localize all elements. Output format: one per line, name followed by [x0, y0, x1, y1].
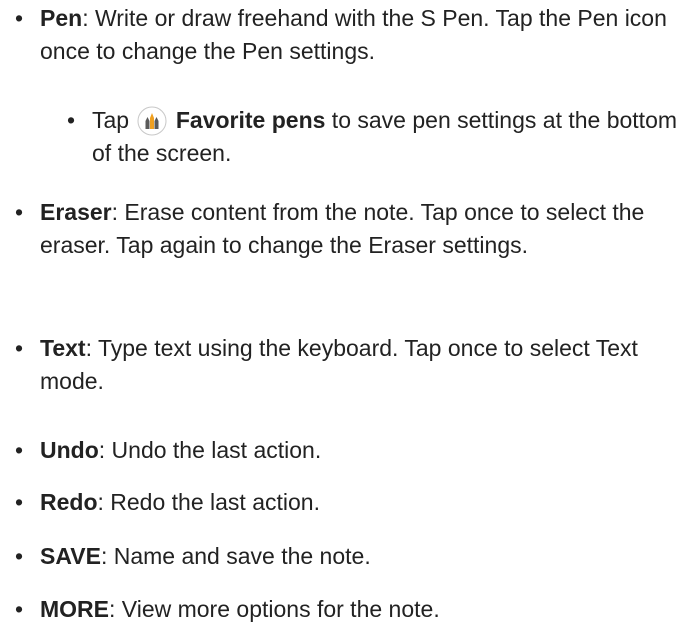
favorite-pens-icon [137, 106, 167, 136]
item-text: Pen: Write or draw freehand with the S P… [40, 2, 680, 68]
desc-redo: : Redo the last action. [97, 489, 320, 515]
term-text: Text [40, 335, 86, 361]
list-item-redo: • Redo: Redo the last action. [10, 486, 680, 519]
bullet: • [14, 596, 24, 622]
desc-text: : Type text using the keyboard. Tap once… [40, 335, 638, 394]
term-pen: Pen [40, 5, 83, 31]
sub-item-favorite-pens: • Tap Favorite pens to save pen settings… [62, 104, 682, 170]
desc-pen: : Write or draw freehand with the S Pen.… [40, 5, 667, 64]
term-favorite-pens: Favorite pens [175, 107, 326, 133]
list-item-eraser: • Eraser: Erase content from the note. T… [10, 196, 680, 262]
desc-save: : Name and save the note. [100, 543, 371, 569]
term-more: MORE [40, 596, 109, 622]
bullet: • [14, 5, 24, 31]
term-undo: Undo [40, 437, 99, 463]
list-item-undo: • Undo: Undo the last action. [10, 434, 680, 467]
item-text: Eraser: Erase content from the note. Tap… [40, 196, 680, 262]
bullet: • [14, 335, 24, 361]
desc-more: : View more options for the note. [109, 596, 440, 622]
item-text: Tap Favorite pens to save pen settings a… [92, 104, 682, 170]
bullet: • [66, 107, 76, 133]
list-item-more: • MORE: View more options for the note. [10, 593, 680, 626]
tap-label: Tap [92, 107, 130, 133]
item-text: SAVE: Name and save the note. [40, 540, 680, 573]
bullet: • [14, 199, 24, 225]
bullet: • [14, 489, 24, 515]
document-page: • Pen: Write or draw freehand with the S… [0, 0, 688, 638]
item-text: Undo: Undo the last action. [40, 434, 680, 467]
term-eraser: Eraser [40, 199, 112, 225]
item-text: Redo: Redo the last action. [40, 486, 680, 519]
list-item-pen: • Pen: Write or draw freehand with the S… [10, 2, 680, 68]
list-item-save: • SAVE: Name and save the note. [10, 540, 680, 573]
item-text: MORE: View more options for the note. [40, 593, 680, 626]
bullet: • [14, 437, 24, 463]
list-item-text: • Text: Type text using the keyboard. Ta… [10, 332, 680, 398]
desc-undo: : Undo the last action. [98, 437, 322, 463]
term-redo: Redo [40, 489, 98, 515]
bullet: • [14, 543, 24, 569]
term-save: SAVE [40, 543, 101, 569]
item-text: Text: Type text using the keyboard. Tap … [40, 332, 680, 398]
desc-eraser: : Erase content from the note. Tap once … [40, 199, 645, 258]
